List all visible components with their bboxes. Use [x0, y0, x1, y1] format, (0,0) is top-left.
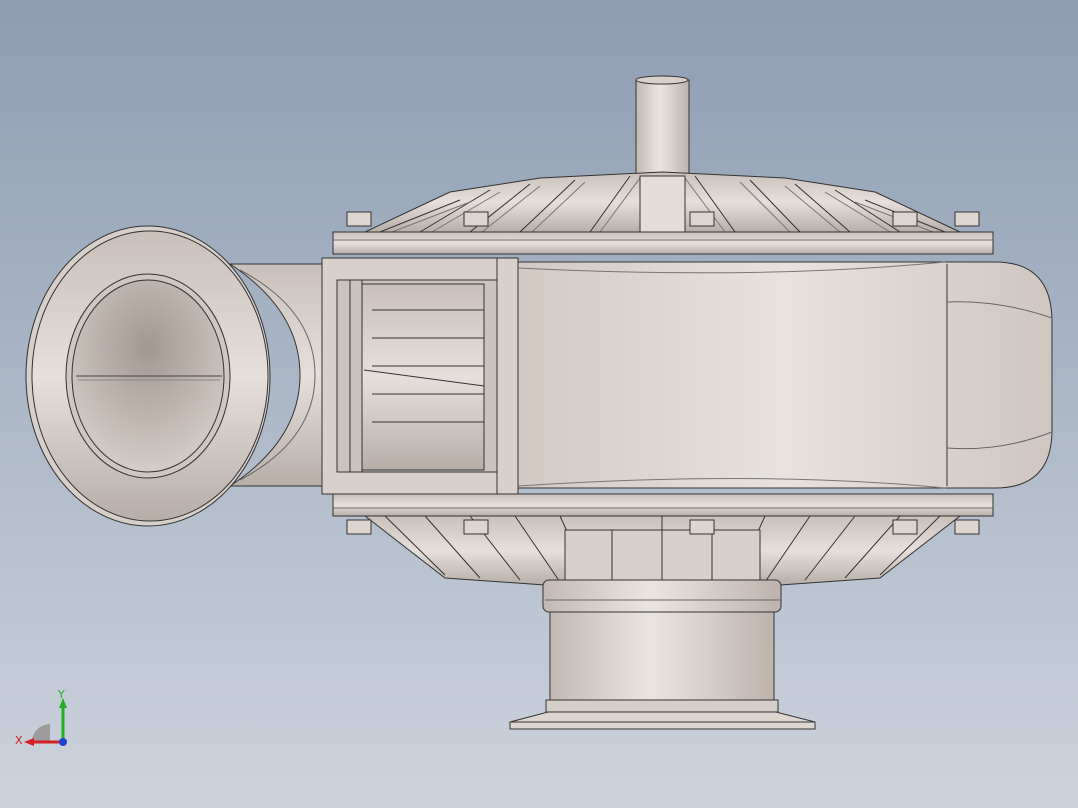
x-axis-label: X: [15, 734, 23, 747]
bottom-outlet[interactable]: [509, 579, 816, 730]
x-axis-arrowhead: [24, 738, 34, 746]
top-rib-cage[interactable]: [346, 171, 980, 233]
inlet-flange[interactable]: [25, 225, 271, 527]
bottom-rib-cage[interactable]: [346, 515, 980, 586]
top-flange[interactable]: [332, 231, 994, 255]
volute-body[interactable]: [517, 261, 1053, 489]
graphics-viewport[interactable]: Y X: [0, 0, 1078, 808]
y-axis-label: Y: [57, 688, 65, 701]
view-orientation-triad: Y X: [15, 688, 67, 747]
triad-quadrant-shading: [32, 724, 50, 742]
cad-model-fan-housing[interactable]: [0, 0, 1078, 808]
bottom-flange[interactable]: [332, 493, 994, 517]
top-shaft[interactable]: [635, 75, 690, 181]
z-axis-dot: [59, 738, 67, 746]
louvre-frame[interactable]: [321, 257, 519, 495]
